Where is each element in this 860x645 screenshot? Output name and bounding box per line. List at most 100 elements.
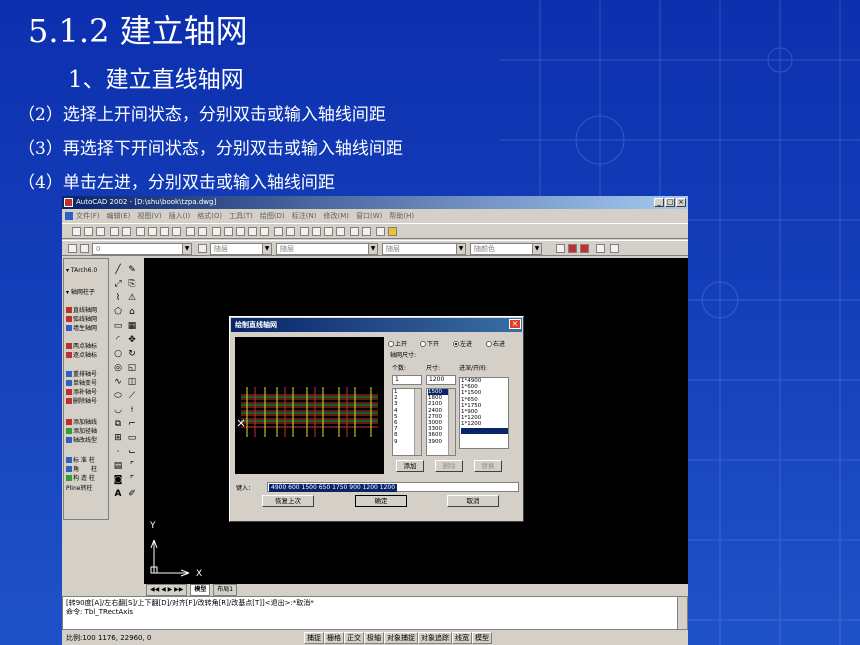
tool-icon[interactable] (580, 244, 589, 253)
construction-line-icon[interactable]: ⤢ (112, 278, 124, 290)
explode-icon[interactable]: ✐ (126, 488, 138, 500)
radio-upper-bay[interactable]: 上开 (388, 339, 407, 348)
mirror-icon[interactable]: ⚠ (126, 292, 138, 304)
minimize-button[interactable]: _ (654, 198, 664, 207)
tab-model[interactable]: 模型 (190, 584, 211, 596)
spline-icon[interactable]: ∿ (112, 376, 124, 388)
explode-icon[interactable]: ⌜ (126, 474, 138, 486)
command-scrollbar[interactable] (677, 597, 687, 629)
menu-draw[interactable]: 绘图(D) (260, 211, 285, 221)
list-scrollbar[interactable] (448, 389, 455, 455)
model-toggle[interactable]: 模型 (472, 632, 492, 644)
ellipse-arc-icon[interactable]: ◡ (112, 404, 124, 416)
extend-icon[interactable]: ⟊ (126, 404, 138, 416)
design-center-icon[interactable] (212, 227, 221, 236)
otrack-toggle[interactable]: 对象追踪 (418, 632, 452, 644)
insert-block-icon[interactable]: ⧉ (112, 418, 124, 430)
cut-icon[interactable] (136, 227, 145, 236)
replace-button[interactable]: 替换 (474, 460, 502, 472)
match-prop-icon[interactable] (172, 227, 181, 236)
print-icon[interactable] (110, 227, 119, 236)
properties-icon[interactable] (224, 227, 233, 236)
depth-list[interactable]: 1*4900 1*600 1*1500 1*650 1*1750 1*900 1… (459, 377, 509, 449)
menu-modify[interactable]: 修改(M) (323, 211, 349, 221)
palette-item[interactable]: 重排轴号 (66, 369, 97, 378)
menu-view[interactable]: 视图(V) (137, 211, 161, 221)
size-input[interactable]: 1200 (426, 375, 456, 385)
palette-item[interactable]: 添补轴号 (66, 387, 97, 396)
size-list[interactable]: 1500 1800 2100 2400 2700 3000 3300 3600 … (426, 388, 456, 456)
palette-title[interactable]: ▾ TArch6.0 (66, 267, 97, 274)
window-titlebar[interactable]: AutoCAD 2002 - [D:\shu\book\tzpa.dwg] _ … (62, 196, 688, 209)
close-icon[interactable]: × (509, 319, 521, 329)
scale-icon[interactable]: ◱ (126, 362, 138, 374)
stretch-icon[interactable]: ◫ (126, 376, 138, 388)
palette-item[interactable]: 标 准 柱 (66, 455, 95, 464)
tab-nav[interactable]: ◀◀ ◀ ▶ ▶▶ (146, 584, 188, 596)
cancel-button[interactable]: 取消 (447, 495, 499, 507)
layer-icon[interactable] (80, 244, 89, 253)
zoom-window-icon[interactable] (324, 227, 333, 236)
plotstyle-select[interactable]: 随颜色 ▼ (470, 243, 542, 255)
menu-help[interactable]: 帮助(H) (389, 211, 414, 221)
rectangle-icon[interactable]: ▭ (112, 320, 124, 332)
tool-icon[interactable] (568, 244, 577, 253)
make-block-icon[interactable]: ⊞ (112, 432, 124, 444)
palette-item[interactable]: 两点轴标 (66, 341, 97, 350)
measure-icon[interactable] (274, 227, 283, 236)
linetype-select[interactable]: 随层 ▼ (276, 243, 378, 255)
palette-item[interactable]: 构 造 柱 (66, 473, 95, 482)
move-icon[interactable]: ✥ (126, 334, 138, 346)
grid-toggle[interactable]: 栅格 (324, 632, 344, 644)
radio-lower-bay[interactable]: 下开 (420, 339, 439, 348)
list-item-selected[interactable] (461, 427, 508, 434)
dialog-titlebar[interactable]: 绘制直线轴网 (231, 318, 522, 332)
help-icon[interactable] (376, 227, 385, 236)
point-icon[interactable]: · (112, 446, 124, 458)
menu-window[interactable]: 窗口(W) (356, 211, 382, 221)
menu-dimension[interactable]: 标注(N) (292, 211, 317, 221)
palette-item[interactable]: 角 柱 (66, 464, 97, 473)
count-list[interactable]: 1 2 3 4 5 6 7 8 9 (392, 388, 422, 456)
lineweight-toggle[interactable]: 线宽 (452, 632, 472, 644)
zoom-previous-icon[interactable] (336, 227, 345, 236)
palette-item[interactable]: 直线轴网 (66, 305, 97, 314)
tool-icon[interactable] (388, 227, 397, 236)
ellipse-icon[interactable]: ⬭ (112, 390, 124, 402)
break-point-icon[interactable]: ▭ (126, 432, 138, 444)
make-current-icon[interactable] (198, 244, 207, 253)
line-icon[interactable]: ╱ (112, 264, 124, 276)
command-line[interactable]: [转90度[A]/左右翻[S]/上下翻[D]/对齐[F]/改转角[R]/改基点[… (62, 596, 688, 630)
osnap-toggle[interactable]: 对象捕捉 (384, 632, 418, 644)
palette-item[interactable]: 单轴变号 (66, 378, 97, 387)
ortho-toggle[interactable]: 正交 (344, 632, 364, 644)
palette-group[interactable]: ▾ 轴网柱子 (66, 287, 95, 296)
redo-icon[interactable] (198, 227, 207, 236)
polygon-icon[interactable]: ⬠ (112, 306, 124, 318)
layer-manager-icon[interactable] (68, 244, 77, 253)
radio-left-depth[interactable]: 左进 (453, 339, 472, 348)
zoom-realtime-icon[interactable] (312, 227, 321, 236)
maximize-button[interactable]: □ (665, 198, 675, 207)
copy-icon[interactable] (148, 227, 157, 236)
menu-tools[interactable]: 工具(T) (229, 211, 253, 221)
palette-item[interactable]: Pline转柱 (66, 483, 92, 492)
rotate-icon[interactable]: ↻ (126, 348, 138, 360)
fillet-icon[interactable]: ⌜ (126, 460, 138, 472)
region-icon[interactable]: ◙ (112, 474, 124, 486)
trim-icon[interactable]: ⟋ (126, 390, 138, 402)
ucs-icon[interactable] (286, 227, 295, 236)
preview-icon[interactable] (122, 227, 131, 236)
palette-item[interactable]: 轴改线型 (66, 435, 97, 444)
menu-format[interactable]: 格式(O) (197, 211, 222, 221)
tool-icon[interactable] (350, 227, 359, 236)
tool-icon[interactable] (556, 244, 565, 253)
palette-item[interactable]: 添加径轴 (66, 426, 97, 435)
pan-icon[interactable] (300, 227, 309, 236)
list-scrollbar[interactable] (414, 389, 421, 455)
tool-icon[interactable] (596, 244, 605, 253)
erase-icon[interactable]: ✎ (126, 264, 138, 276)
new-icon[interactable] (72, 227, 81, 236)
open-icon[interactable] (84, 227, 93, 236)
palette-item[interactable]: 逐点轴标 (66, 350, 97, 359)
